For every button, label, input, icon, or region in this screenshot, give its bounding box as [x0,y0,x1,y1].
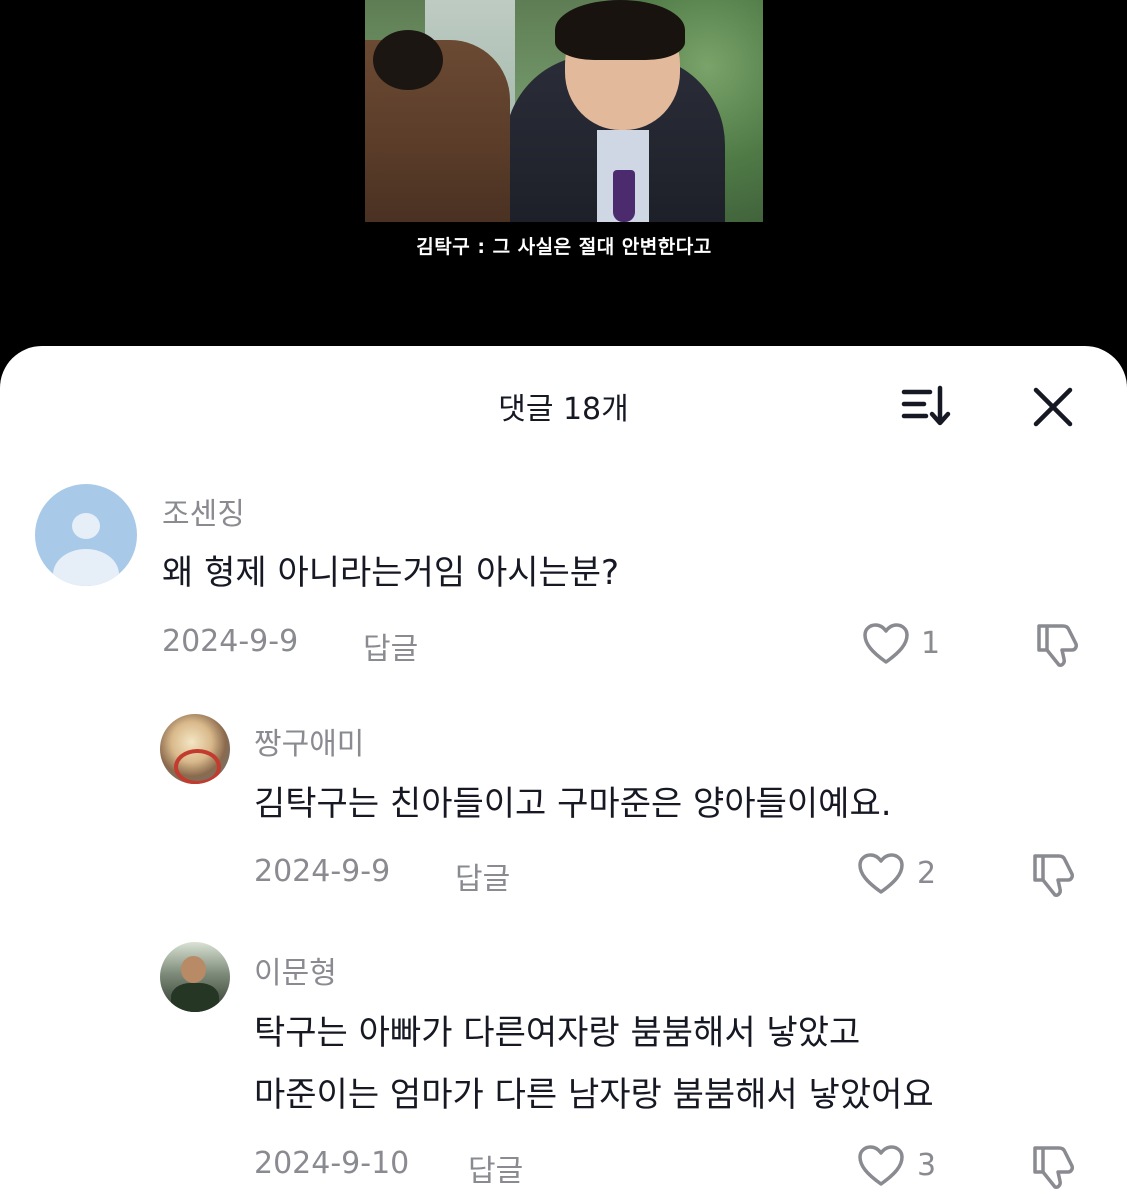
comment-text-line: 마준이는 엄마가 다른 남자랑 붐붐해서 낳았어요 [254,1075,934,1115]
video-player[interactable]: 김탁구 : 그 사실은 절대 안변한다고 [0,0,1127,360]
comment-username[interactable]: 이문형 [254,948,337,992]
avatar[interactable] [160,942,230,1012]
reply-button[interactable]: 답글 [468,1146,523,1190]
like-count: 3 [917,1148,937,1183]
comment-text-line: 탁구는 아빠가 다른여자랑 붐붐해서 낳았고 [254,1013,861,1053]
thumbs-down-icon[interactable] [1029,1142,1077,1190]
video-subtitle: 김탁구 : 그 사실은 절대 안변한다고 [416,236,712,258]
video-frame [365,0,763,222]
comment-reply-item: 이문형 탁구는 아빠가 다른여자랑 붐붐해서 낳았고 마준이는 엄마가 다른 남… [0,346,1127,1200]
heart-icon[interactable] [857,1144,905,1188]
comments-sheet: 댓글 18개 조센징 왜 형제 아니라는거임 아시는분? 2024-9-9 답글… [0,346,1127,1200]
comment-date: 2024-9-10 [254,1146,410,1181]
